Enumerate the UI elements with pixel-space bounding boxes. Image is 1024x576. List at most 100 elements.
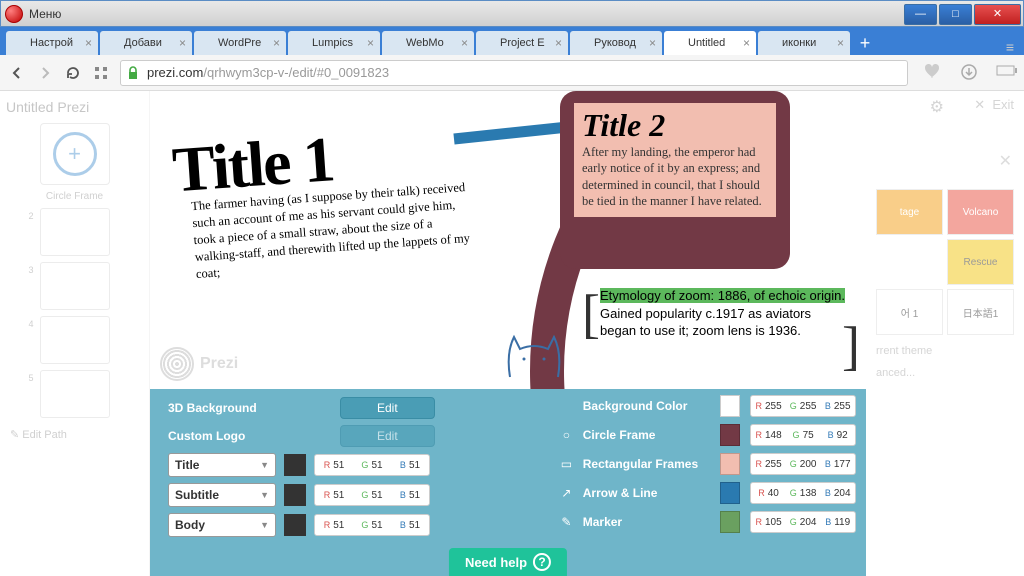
- battery-icon[interactable]: [996, 63, 1016, 83]
- row-icon: ✎: [560, 515, 573, 529]
- bg3d-label: 3D Background: [168, 401, 328, 415]
- theme-card[interactable]: Volcano: [947, 189, 1014, 235]
- title2-frame[interactable]: Title 2 After my landing, the emperor ha…: [560, 91, 790, 269]
- bracket-left: [: [582, 283, 600, 345]
- slide-thumb[interactable]: 4: [40, 316, 110, 364]
- row-label: Arrow & Line: [583, 486, 710, 500]
- color-swatch[interactable]: [720, 424, 740, 446]
- color-swatch[interactable]: [720, 482, 740, 504]
- color-swatch[interactable]: [720, 453, 740, 475]
- current-theme-label: rrent theme: [876, 345, 1014, 357]
- tab-close-icon[interactable]: ×: [175, 36, 186, 50]
- forward-button[interactable]: [36, 64, 54, 82]
- rgb-input[interactable]: 1487592: [750, 424, 856, 446]
- new-tab-button[interactable]: +: [852, 33, 878, 55]
- slide-thumb[interactable]: 5: [40, 370, 110, 418]
- row-icon: ▭: [560, 457, 573, 471]
- browser-tab[interactable]: Настрой×: [6, 31, 98, 55]
- theme-card[interactable]: 어 1: [876, 289, 943, 335]
- body1-text: The farmer having (as I suppose by their…: [191, 179, 476, 283]
- prezi-canvas[interactable]: Title 1 The farmer having (as I suppose …: [150, 91, 866, 389]
- browser-tab[interactable]: Lumpics×: [288, 31, 380, 55]
- color-swatch[interactable]: [284, 454, 306, 476]
- row-icon: ○: [560, 428, 573, 442]
- prezi-logo: Prezi: [160, 347, 238, 381]
- maximize-button[interactable]: □: [939, 4, 972, 25]
- opera-menu-button[interactable]: [5, 5, 23, 23]
- rgb-input[interactable]: 515151: [314, 454, 430, 476]
- body2-text: After my landing, the emperor had early …: [582, 144, 768, 209]
- advanced-link[interactable]: anced...: [876, 367, 1014, 379]
- theme-card[interactable]: 日本語1: [947, 289, 1014, 335]
- browser-tab[interactable]: WebMo×: [382, 31, 474, 55]
- add-frame-button[interactable]: +: [40, 123, 110, 185]
- tab-close-icon[interactable]: ×: [457, 36, 468, 50]
- tab-close-icon[interactable]: ×: [269, 36, 280, 50]
- edit-3d-bg-button[interactable]: Edit: [340, 397, 435, 419]
- row-label: Marker: [583, 515, 710, 529]
- font-style-select[interactable]: Subtitle▼: [168, 483, 276, 507]
- tab-close-icon[interactable]: ×: [81, 36, 92, 50]
- row-label: Background Color: [583, 399, 710, 413]
- url-input[interactable]: prezi.com/qrhwym3cp-v-/edit/#0_0091823: [120, 60, 908, 86]
- row-icon: ↗: [560, 486, 573, 500]
- slides-sidebar: Untitled Prezi + Circle Frame 2 3 4 5 ✎ …: [0, 91, 150, 576]
- rgb-input[interactable]: 515151: [314, 484, 430, 506]
- right-panel: ⚙ ✕ Exit ✕ tageVolcanoghtRescue어 1日本語1 r…: [866, 91, 1024, 576]
- theme-card[interactable]: Rescue: [947, 239, 1014, 285]
- theme-card[interactable]: tage: [876, 189, 943, 235]
- etymology-text[interactable]: Etymology of zoom: 1886, of echoic origi…: [600, 287, 850, 340]
- back-button[interactable]: [8, 64, 26, 82]
- rgb-input[interactable]: 255200177: [750, 453, 856, 475]
- title1-block[interactable]: Title 1 The farmer having (as I suppose …: [170, 113, 476, 284]
- font-style-select[interactable]: Title▼: [168, 453, 276, 477]
- window-titlebar: Меню — □ ✕: [0, 0, 1024, 27]
- browser-tab[interactable]: Руковод×: [570, 31, 662, 55]
- menu-label[interactable]: Меню: [29, 7, 61, 21]
- edit-logo-button[interactable]: Edit: [340, 425, 435, 447]
- tab-close-icon[interactable]: ×: [363, 36, 374, 50]
- browser-tab[interactable]: WordPre×: [194, 31, 286, 55]
- title2-text: Title 2: [582, 107, 768, 144]
- circle-frame-label[interactable]: Circle Frame: [6, 191, 143, 202]
- tab-close-icon[interactable]: ×: [739, 36, 750, 50]
- url-text: prezi.com/qrhwym3cp-v-/edit/#0_0091823: [147, 65, 389, 80]
- gear-icon[interactable]: ⚙: [930, 97, 944, 117]
- font-style-select[interactable]: Body▼: [168, 513, 276, 537]
- close-panel-icon[interactable]: ✕: [999, 151, 1012, 171]
- browser-tab[interactable]: Project E×: [476, 31, 568, 55]
- color-swatch[interactable]: [720, 395, 740, 417]
- rgb-input[interactable]: 40138204: [750, 482, 856, 504]
- heart-icon[interactable]: [924, 63, 944, 83]
- rgb-input[interactable]: 515151: [314, 514, 430, 536]
- tab-close-icon[interactable]: ×: [645, 36, 656, 50]
- prezi-title: Untitled Prezi: [6, 99, 143, 115]
- slide-thumb[interactable]: 3: [40, 262, 110, 310]
- minimize-button[interactable]: —: [904, 4, 937, 25]
- color-swatch[interactable]: [720, 511, 740, 533]
- tab-close-icon[interactable]: ×: [551, 36, 562, 50]
- browser-tab[interactable]: иконки×: [758, 31, 850, 55]
- exit-button[interactable]: ✕ Exit: [974, 97, 1014, 113]
- lock-icon: [127, 66, 139, 80]
- color-swatch[interactable]: [284, 484, 306, 506]
- rgb-input[interactable]: 105204119: [750, 511, 856, 533]
- tab-menu-button[interactable]: ≡: [996, 39, 1024, 55]
- doodle-cat: [500, 323, 568, 381]
- speed-dial-button[interactable]: [92, 64, 110, 82]
- editor-center: Title 1 The farmer having (as I suppose …: [150, 91, 866, 576]
- rgb-input[interactable]: 255255255: [750, 395, 856, 417]
- row-label: Rectangular Frames: [583, 457, 710, 471]
- close-button[interactable]: ✕: [974, 4, 1021, 25]
- browser-tab[interactable]: Untitled×: [664, 31, 756, 55]
- need-help-button[interactable]: Need help?: [449, 548, 567, 576]
- browser-tab[interactable]: Добави×: [100, 31, 192, 55]
- custom-logo-label: Custom Logo: [168, 429, 328, 443]
- tab-close-icon[interactable]: ×: [833, 36, 844, 50]
- slide-thumb[interactable]: 2: [40, 208, 110, 256]
- edit-path-button[interactable]: ✎ Edit Path: [6, 424, 143, 445]
- row-label: Circle Frame: [583, 428, 710, 442]
- color-swatch[interactable]: [284, 514, 306, 536]
- reload-button[interactable]: [64, 64, 82, 82]
- download-icon[interactable]: [960, 63, 980, 83]
